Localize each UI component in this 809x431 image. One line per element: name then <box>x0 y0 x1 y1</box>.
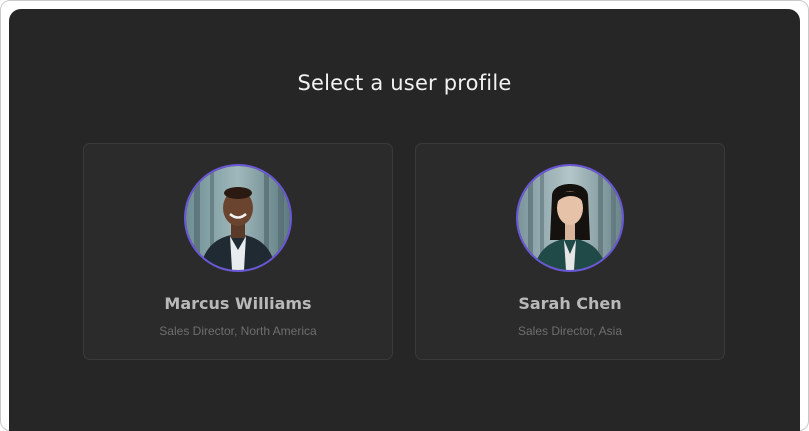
profile-role: Sales Director, Asia <box>517 324 623 338</box>
profile-role: Sales Director, North America <box>159 324 317 338</box>
profile-name: Sarah Chen <box>518 294 622 313</box>
avatar <box>184 164 292 272</box>
profile-card-marcus-williams[interactable]: Marcus Williams Sales Director, North Am… <box>83 143 393 360</box>
page-title: Select a user profile <box>297 71 512 95</box>
profile-selection-window: Select a user profile Marcus Williams Sa… <box>9 9 800 431</box>
male-avatar-photo-icon <box>186 166 290 270</box>
profile-name: Marcus Williams <box>164 294 312 313</box>
profile-card-sarah-chen[interactable]: Sarah Chen Sales Director, Asia <box>415 143 725 360</box>
avatar <box>516 164 624 272</box>
female-avatar-photo-icon <box>518 166 622 270</box>
